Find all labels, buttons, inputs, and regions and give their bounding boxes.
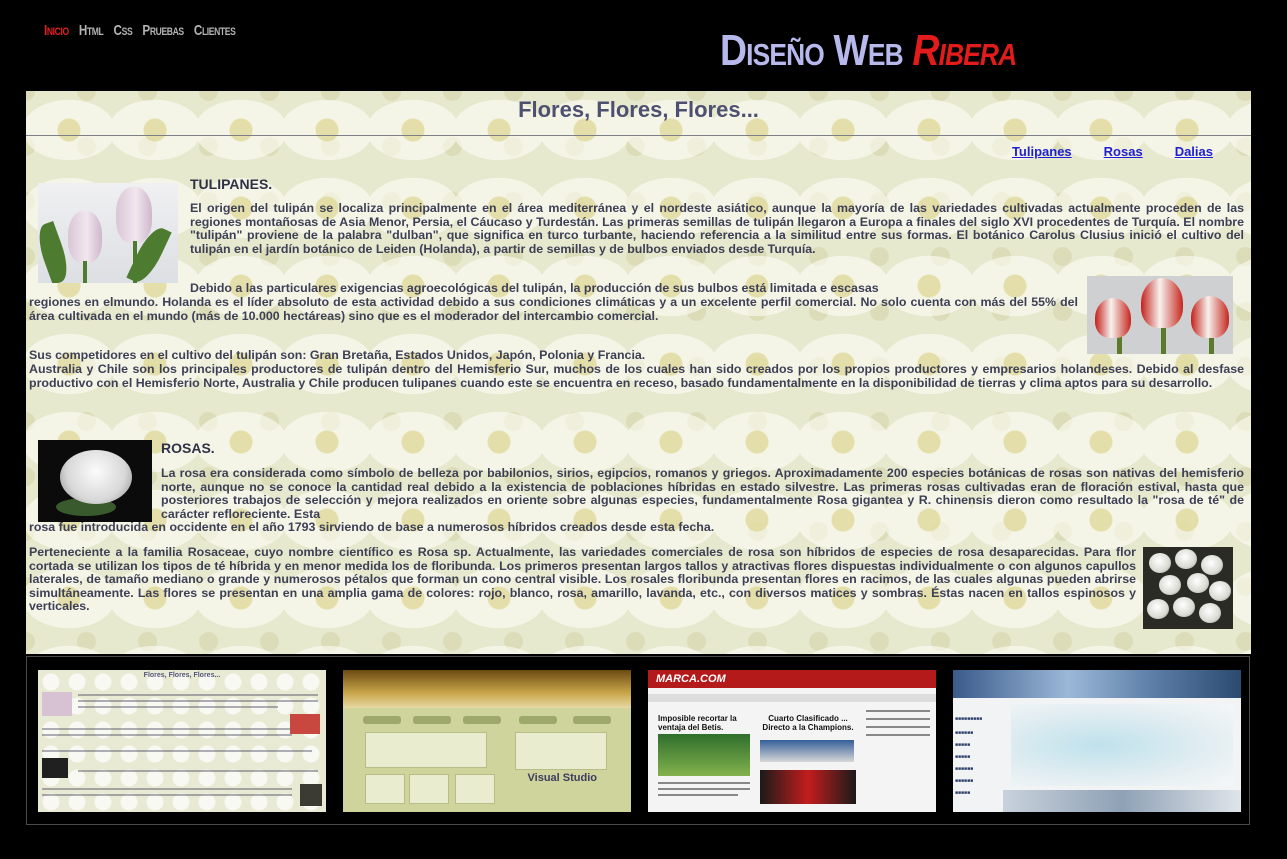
site-logo: Diseño Web Ribera: [720, 26, 1017, 76]
title-divider: [26, 135, 1251, 136]
tulip-red-image: [1087, 276, 1233, 354]
nav-html[interactable]: Html: [79, 22, 104, 39]
thumbnail-ciudad-artes-site[interactable]: ■■■■■■■■■ ■■■■■■ ■■■■■ ■■■■■ ■■■■■■ ■■■■…: [953, 670, 1241, 812]
main-nav: Inicio Html Css Pruebas Clientes: [44, 22, 236, 39]
visual-studio-label: Visual Studio: [527, 772, 597, 784]
marca-logo: MARCA.COM: [656, 673, 726, 685]
white-roses-bouquet-image: [1143, 547, 1233, 629]
link-rosas[interactable]: Rosas: [1104, 144, 1143, 159]
nav-css[interactable]: Css: [114, 22, 133, 39]
rosas-paragraph-1: La rosa era considerada como símbolo de …: [161, 466, 1244, 521]
marca-headline-2: Cuarto Clasificado ... Directo a la Cham…: [762, 714, 854, 732]
brand-accent: Ribera: [912, 26, 1017, 75]
link-dalias[interactable]: Dalias: [1175, 144, 1213, 159]
thumbnail-flores-site[interactable]: Flores, Flores, Flores...: [38, 670, 326, 812]
section-heading-tulipanes: TULIPANES.: [190, 176, 273, 192]
tulip-pink-image: [38, 183, 178, 283]
nav-inicio[interactable]: Inicio: [44, 22, 69, 39]
marca-headline-1: Imposible recortar la ventaja del Betis.: [658, 714, 737, 732]
portfolio-thumbnails: Flores, Flores, Flores... Visual Studio …: [26, 656, 1250, 825]
tulipanes-paragraph-2-intro: Debido a las particulares exigencias agr…: [190, 281, 879, 295]
nav-pruebas[interactable]: Pruebas: [142, 22, 184, 39]
tulipanes-paragraph-2: regiones en elmundo. Holanda es el líder…: [29, 295, 1078, 323]
rose-white-image: [38, 440, 152, 522]
thumbnail-marca-site[interactable]: MARCA.COM Imposible recortar la ventaja …: [648, 670, 936, 812]
thumbnail-flores-title: Flores, Flores, Flores...: [143, 672, 221, 679]
brand-name: Diseño Web: [720, 26, 904, 75]
section-heading-rosas: ROSAS.: [161, 440, 215, 456]
rosas-paragraph-2: Perteneciente a la familia Rosaceae, cuy…: [29, 545, 1136, 614]
tulipanes-paragraph-1: El origen del tulipán se localiza princi…: [190, 201, 1244, 256]
page-title: Flores, Flores, Flores...: [518, 97, 759, 122]
thumbnail-visual-studio-site[interactable]: Visual Studio: [343, 670, 631, 812]
tulipanes-paragraph-4: Australia y Chile son los principales pr…: [29, 362, 1244, 390]
section-links: Tulipanes Rosas Dalias: [1012, 144, 1213, 159]
tulipanes-paragraph-3: Sus competidores en el cultivo del tulip…: [29, 348, 646, 362]
content-panel: Flores, Flores, Flores... Tulipanes Rosa…: [26, 91, 1251, 654]
link-tulipanes[interactable]: Tulipanes: [1012, 144, 1072, 159]
nav-clientes[interactable]: Clientes: [194, 22, 236, 39]
rosas-paragraph-1-end: rosa fue introducida en occidente en el …: [29, 520, 715, 534]
